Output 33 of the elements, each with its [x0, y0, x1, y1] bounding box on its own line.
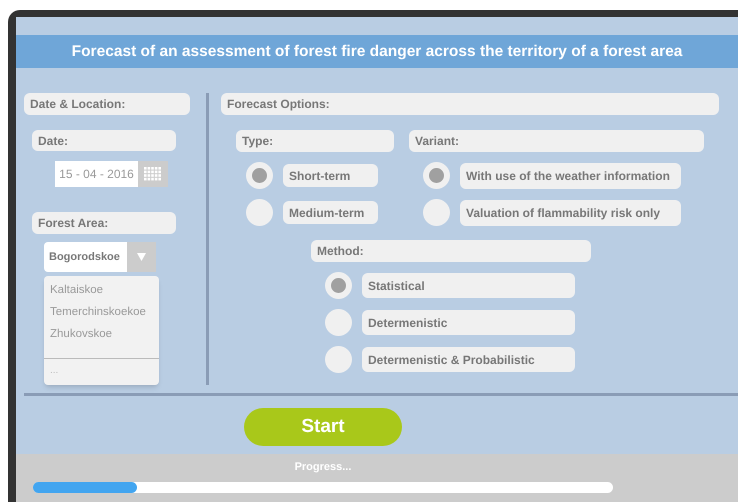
section-label: Forecast Options: — [221, 93, 719, 115]
dropdown-item[interactable]: Zhukovskoe — [44, 324, 159, 346]
option-label: Short-term — [283, 164, 378, 187]
option-label: Valuation of flammability risk only — [460, 200, 681, 226]
radio-button[interactable] — [246, 162, 273, 189]
field-label: Date: — [32, 130, 176, 152]
calendar-button[interactable] — [138, 161, 168, 188]
option-label: Medium-term — [283, 201, 378, 224]
radio-button[interactable] — [423, 199, 450, 226]
option-label: With use of the weather information — [460, 162, 681, 188]
caret-icon — [137, 253, 146, 262]
option-label: Determenistic & Probabilistic — [362, 347, 575, 372]
dropdown-button[interactable] — [127, 242, 156, 272]
title-bar: Forecast of an assessment of forest fire danger across the territory of a forest area — [16, 35, 738, 68]
calendar-icon — [144, 167, 162, 182]
area-dropdown-value[interactable]: Bogorodskoe — [44, 242, 127, 272]
group-label: Type: — [236, 130, 394, 152]
date-field[interactable]: 15 - 04 - 2016 — [55, 161, 138, 188]
radio-button[interactable] — [246, 199, 273, 226]
group-label: Variant: — [409, 130, 704, 152]
radio-button[interactable] — [325, 346, 352, 373]
radio-button[interactable] — [423, 162, 450, 189]
dropdown-item[interactable]: Kaltaiskoe — [44, 280, 159, 302]
radio-button[interactable] — [325, 309, 352, 336]
option-label: Determenistic — [362, 310, 575, 335]
dropdown-item[interactable]: Temerchinskoekoe — [44, 302, 159, 324]
section-label: Date & Location: — [24, 93, 190, 115]
option-label: Statistical — [362, 273, 575, 298]
start-button[interactable]: Start — [244, 408, 402, 446]
group-label: Method: — [311, 240, 591, 262]
radio-button[interactable] — [325, 272, 352, 299]
dropdown-item[interactable]: ... — [44, 359, 159, 382]
field-label: Forest Area: — [32, 212, 176, 234]
